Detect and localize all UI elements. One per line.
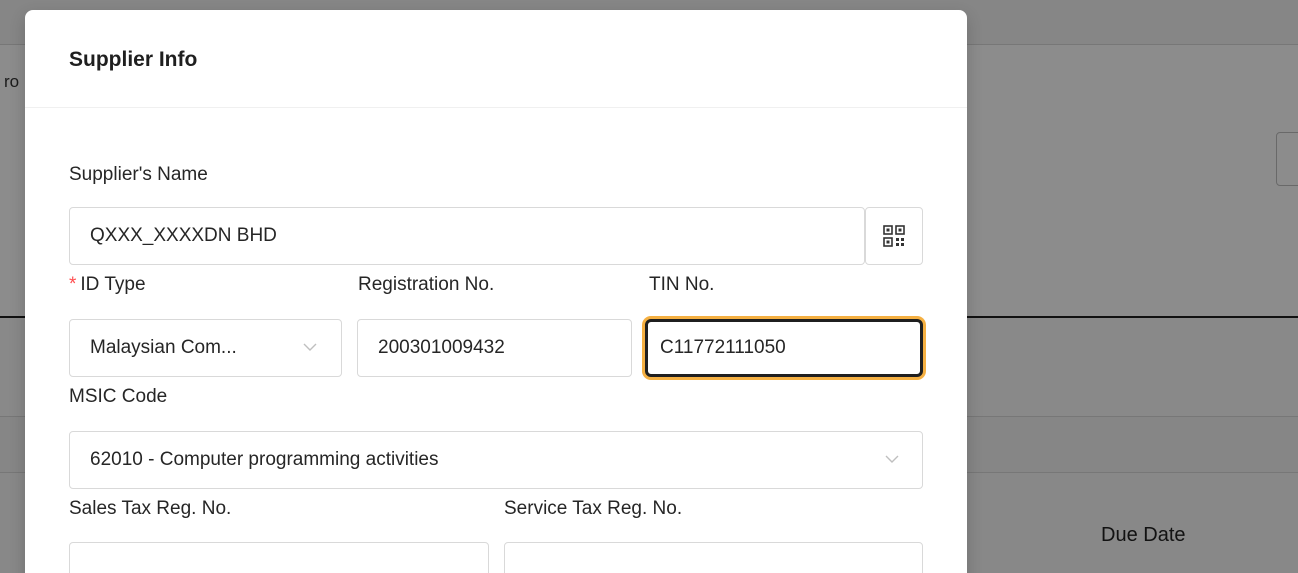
chevron-down-icon [885, 455, 899, 463]
registration-no-input[interactable] [357, 319, 632, 377]
sales-tax-input[interactable] [69, 542, 489, 573]
id-type-label: * ID Type [69, 274, 146, 296]
tin-no-input[interactable] [645, 319, 923, 377]
required-mark: * [69, 274, 77, 295]
chevron-down-icon [303, 343, 317, 351]
service-tax-label: Service Tax Reg. No. [504, 498, 683, 519]
qr-scan-button[interactable] [865, 207, 923, 265]
id-type-value: Malaysian Com... [90, 337, 237, 358]
id-type-label-text: ID Type [80, 274, 146, 295]
modal-header: Supplier Info [25, 10, 967, 108]
supplier-name-label: Supplier's Name [69, 164, 208, 185]
msic-code-label: MSIC Code [69, 386, 168, 407]
modal-title: Supplier Info [69, 48, 198, 71]
msic-code-select[interactable]: 62010 - Computer programming activities [69, 431, 923, 489]
supplier-name-input[interactable] [69, 207, 865, 265]
id-type-select[interactable]: Malaysian Com... [69, 319, 342, 377]
tin-no-label: TIN No. [649, 274, 715, 295]
sales-tax-label: Sales Tax Reg. No. [69, 498, 232, 519]
supplier-info-modal: Supplier Info Supplier's Name *ID Type R… [25, 10, 967, 573]
registration-no-label: Registration No. [358, 274, 495, 295]
qr-code-icon [883, 225, 905, 247]
msic-code-value: 62010 - Computer programming activities [90, 449, 439, 470]
service-tax-input[interactable] [504, 542, 923, 573]
